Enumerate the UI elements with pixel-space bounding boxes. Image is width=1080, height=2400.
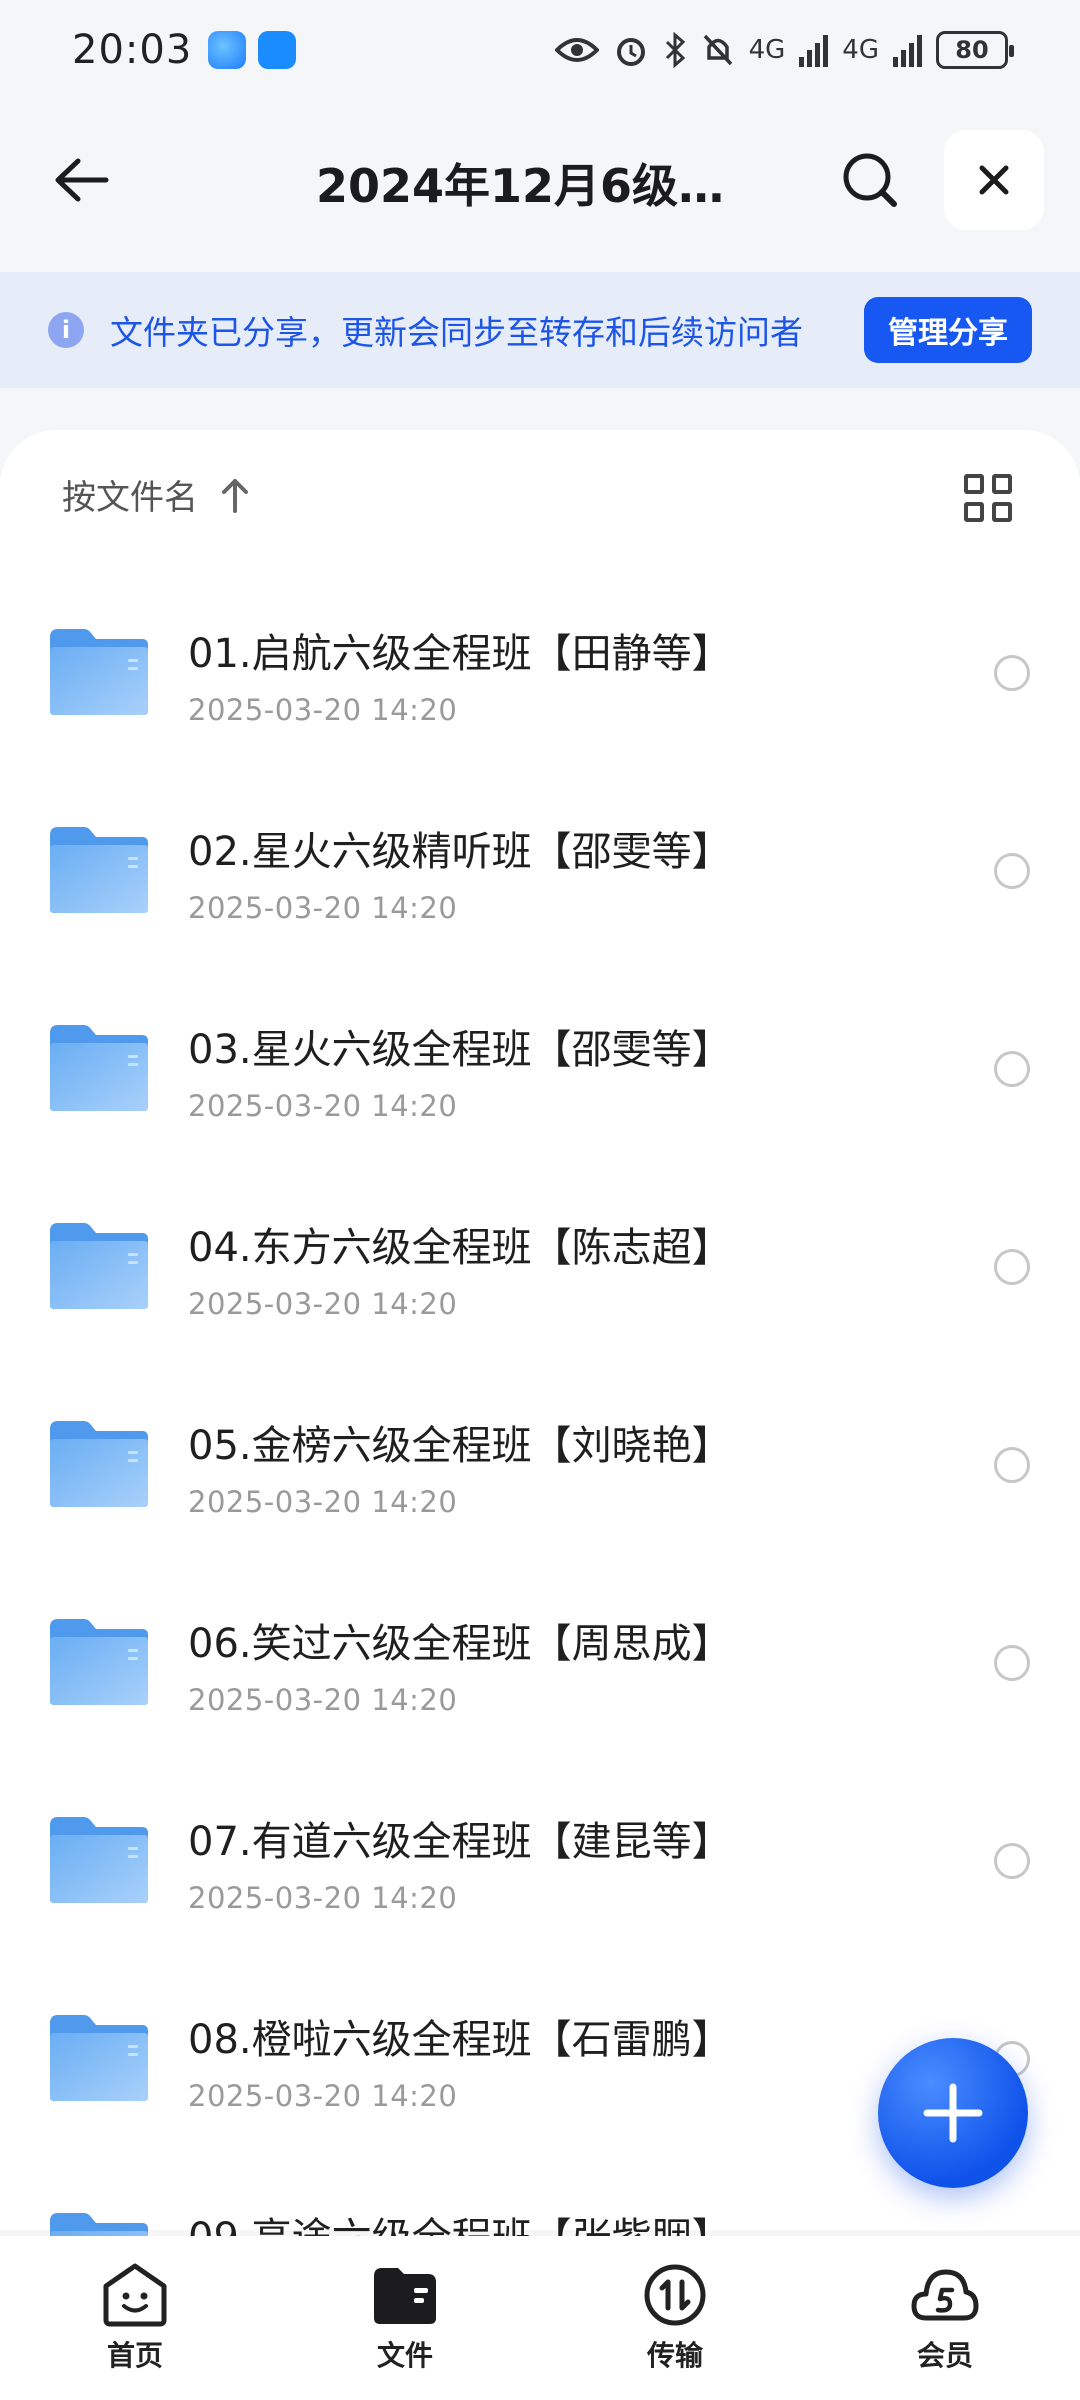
file-date: 2025-03-20 14:20 — [188, 1485, 458, 1519]
file-row[interactable]: 03.星火六级全程班【邵雯等】 2025-03-20 14:20 — [0, 981, 1080, 1179]
cloud-vip-icon — [911, 2269, 979, 2321]
battery-level: 80 — [955, 36, 989, 64]
sort-label: 按文件名 — [62, 478, 198, 518]
file-info: 01.启航六级全程班【田静等】 2025-03-20 14:20 — [188, 621, 732, 727]
screen: 20:03 4G 4G 80 2024年12月6级VI... i 文件夹已分享，… — [0, 0, 1080, 2400]
folder-icon — [50, 629, 148, 715]
select-checkbox[interactable] — [994, 1645, 1030, 1681]
file-row[interactable]: 01.启航六级全程班【田静等】 2025-03-20 14:20 — [0, 585, 1080, 783]
home-smile-icon — [103, 2263, 167, 2327]
file-name: 02.星火六级精听班【邵雯等】 — [188, 829, 732, 875]
sort-control[interactable]: 按文件名 — [62, 470, 250, 519]
plus-icon — [923, 2083, 983, 2143]
file-row[interactable]: 02.星火六级精听班【邵雯等】 2025-03-20 14:20 — [0, 783, 1080, 981]
signal-icon — [893, 33, 922, 67]
folder-icon — [50, 1025, 148, 1111]
manage-share-button[interactable]: 管理分享 — [864, 297, 1032, 363]
nav-vip[interactable]: 会员 — [845, 2262, 1045, 2374]
title-bar: 2024年12月6级VI... — [0, 120, 1080, 240]
search-button[interactable] — [830, 140, 910, 220]
grid-view-icon[interactable] — [964, 474, 1012, 522]
select-checkbox[interactable] — [994, 853, 1030, 889]
select-checkbox[interactable] — [994, 1447, 1030, 1483]
nav-files[interactable]: 文件 — [305, 2262, 505, 2374]
file-name: 08.橙啦六级全程班【石雷鹏】 — [188, 2017, 732, 2063]
file-date: 2025-03-20 14:20 — [188, 891, 458, 925]
search-icon — [843, 153, 897, 207]
file-info: 06.笑过六级全程班【周思成】 2025-03-20 14:20 — [188, 1611, 732, 1717]
arrow-left-icon — [55, 158, 109, 202]
add-button[interactable] — [878, 2038, 1028, 2188]
folder-filled-icon — [374, 2268, 436, 2324]
status-app-icons — [208, 31, 297, 69]
app-notification-icon — [208, 31, 247, 69]
file-row[interactable]: 05.金榜六级全程班【刘晓艳】 2025-03-20 14:20 — [0, 1377, 1080, 1575]
file-name: 03.星火六级全程班【邵雯等】 — [188, 1027, 732, 1073]
file-name: 07.有道六级全程班【建昆等】 — [188, 1819, 732, 1865]
eye-icon — [554, 38, 599, 62]
page-title: 2024年12月6级VI... — [316, 159, 756, 213]
file-row[interactable]: 04.东方六级全程班【陈志超】 2025-03-20 14:20 — [0, 1179, 1080, 1377]
select-checkbox[interactable] — [994, 1843, 1030, 1879]
signal-icon — [799, 33, 829, 67]
file-info: 07.有道六级全程班【建昆等】 2025-03-20 14:20 — [188, 1809, 732, 1915]
folder-icon — [50, 1817, 148, 1903]
close-button[interactable] — [944, 130, 1044, 230]
select-checkbox[interactable] — [994, 1249, 1030, 1285]
folder-icon — [50, 2015, 148, 2101]
file-date: 2025-03-20 14:20 — [188, 1089, 458, 1123]
file-info: 05.金榜六级全程班【刘晓艳】 2025-03-20 14:20 — [188, 1413, 732, 1519]
status-indicators: 4G 4G 80 — [554, 31, 1014, 69]
network-type: 4G — [842, 35, 879, 65]
folder-icon — [50, 1619, 148, 1705]
file-date: 2025-03-20 14:20 — [188, 1683, 458, 1717]
nav-transfer[interactable]: 传输 — [575, 2262, 775, 2374]
select-checkbox[interactable] — [994, 655, 1030, 691]
file-row[interactable]: 06.笑过六级全程班【周思成】 2025-03-20 14:20 — [0, 1575, 1080, 1773]
folder-icon — [50, 1223, 148, 1309]
close-icon — [979, 165, 1009, 195]
share-banner: i 文件夹已分享，更新会同步至转存和后续访问者 管理分享 — [0, 272, 1080, 388]
nav-label: 会员 — [916, 2339, 973, 2372]
file-date: 2025-03-20 14:20 — [188, 693, 458, 727]
alarm-icon — [616, 38, 645, 66]
folder-icon — [50, 1421, 148, 1507]
select-checkbox[interactable] — [994, 1051, 1030, 1087]
file-info: 04.东方六级全程班【陈志超】 2025-03-20 14:20 — [188, 1215, 732, 1321]
battery-icon: 80 — [936, 31, 1014, 69]
file-info: 02.星火六级精听班【邵雯等】 2025-03-20 14:20 — [188, 819, 732, 925]
back-button[interactable] — [40, 140, 120, 220]
status-time: 20:03 — [72, 27, 193, 73]
nav-label: 传输 — [646, 2339, 703, 2372]
file-date: 2025-03-20 14:20 — [188, 2079, 458, 2113]
info-icon: i — [48, 312, 84, 348]
file-name: 01.启航六级全程班【田静等】 — [188, 631, 732, 677]
arrow-up-icon — [222, 478, 248, 513]
mute-icon — [703, 34, 732, 66]
status-bar: 20:03 4G 4G 80 — [0, 0, 1080, 100]
file-row[interactable]: 07.有道六级全程班【建昆等】 2025-03-20 14:20 — [0, 1773, 1080, 1971]
file-info: 08.橙啦六级全程班【石雷鹏】 2025-03-20 14:20 — [188, 2007, 732, 2113]
nav-home[interactable]: 首页 — [35, 2262, 235, 2374]
app-notification-icon — [258, 31, 297, 69]
folder-icon — [50, 827, 148, 913]
network-type: 4G — [748, 35, 786, 65]
nav-label: 首页 — [106, 2339, 163, 2372]
file-list-card: 按文件名 01.启航六级全程班【田静等】 2025-03-20 14:20 02.星… — [0, 430, 1080, 2299]
transfer-icon — [644, 2264, 706, 2326]
file-date: 2025-03-20 14:20 — [188, 1881, 458, 1915]
nav-label: 文件 — [376, 2339, 433, 2372]
bluetooth-icon — [665, 32, 685, 68]
file-name: 06.笑过六级全程班【周思成】 — [188, 1621, 732, 1667]
file-name: 05.金榜六级全程班【刘晓艳】 — [188, 1423, 732, 1469]
file-name: 04.东方六级全程班【陈志超】 — [188, 1225, 732, 1271]
share-banner-text: 文件夹已分享，更新会同步至转存和后续访问者 — [110, 313, 803, 352]
bottom-nav: 首页 文件 传输 会员 — [0, 2236, 1080, 2400]
file-info: 03.星火六级全程班【邵雯等】 2025-03-20 14:20 — [188, 1017, 732, 1123]
file-date: 2025-03-20 14:20 — [188, 1287, 458, 1321]
